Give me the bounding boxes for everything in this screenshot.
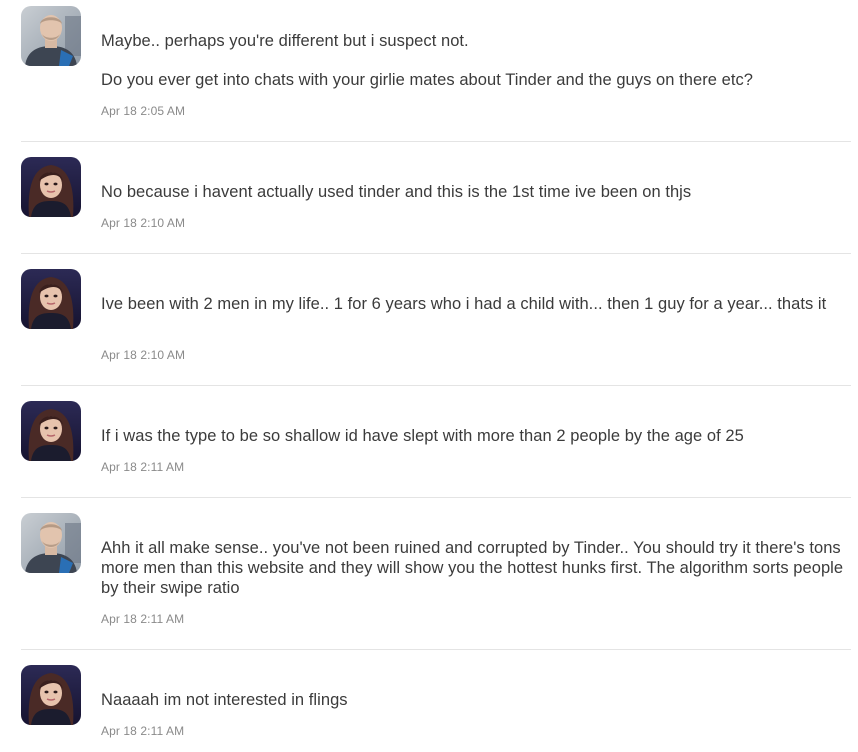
message-timestamp: Apr 18 2:05 AM [101, 104, 186, 118]
female-avatar-icon[interactable] [21, 665, 81, 725]
female-avatar-icon[interactable] [21, 269, 81, 329]
female-avatar-icon[interactable] [21, 401, 81, 461]
divider [21, 497, 851, 498]
message-text: Ive been with 2 men in my life.. 1 for 6… [101, 295, 827, 313]
message-text: If i was the type to be so shallow id ha… [101, 427, 744, 445]
message-timestamp: Apr 18 2:11 AM [101, 612, 185, 626]
message-text: Ahh it all make sense.. you've not been … [101, 539, 844, 597]
divider [21, 253, 851, 254]
message-body: No because i havent actually used tinder… [101, 182, 850, 202]
message-text: Do you ever get into chats with your gir… [101, 71, 753, 89]
male-avatar-icon[interactable] [21, 6, 81, 66]
message-body: Naaaah im not interested in flings [101, 690, 850, 710]
message-text: No because i havent actually used tinder… [101, 183, 692, 201]
message-thread: Maybe.. perhaps you're different but i s… [0, 0, 858, 752]
message-timestamp: Apr 18 2:10 AM [101, 348, 186, 362]
male-avatar-icon[interactable] [21, 513, 81, 573]
divider [21, 385, 851, 386]
message-body: Ahh it all make sense.. you've not been … [101, 538, 850, 598]
divider [21, 649, 851, 650]
divider [21, 141, 851, 142]
message-text: Maybe.. perhaps you're different but i s… [101, 32, 469, 50]
female-avatar-icon[interactable] [21, 157, 81, 217]
message-body: Maybe.. perhaps you're different but i s… [101, 31, 850, 90]
message-timestamp: Apr 18 2:11 AM [101, 460, 185, 474]
message-body: Ive been with 2 men in my life.. 1 for 6… [101, 294, 850, 314]
message-text: Naaaah im not interested in flings [101, 691, 348, 709]
message-timestamp: Apr 18 2:11 AM [101, 724, 185, 738]
message-body: If i was the type to be so shallow id ha… [101, 426, 850, 446]
message-timestamp: Apr 18 2:10 AM [101, 216, 186, 230]
